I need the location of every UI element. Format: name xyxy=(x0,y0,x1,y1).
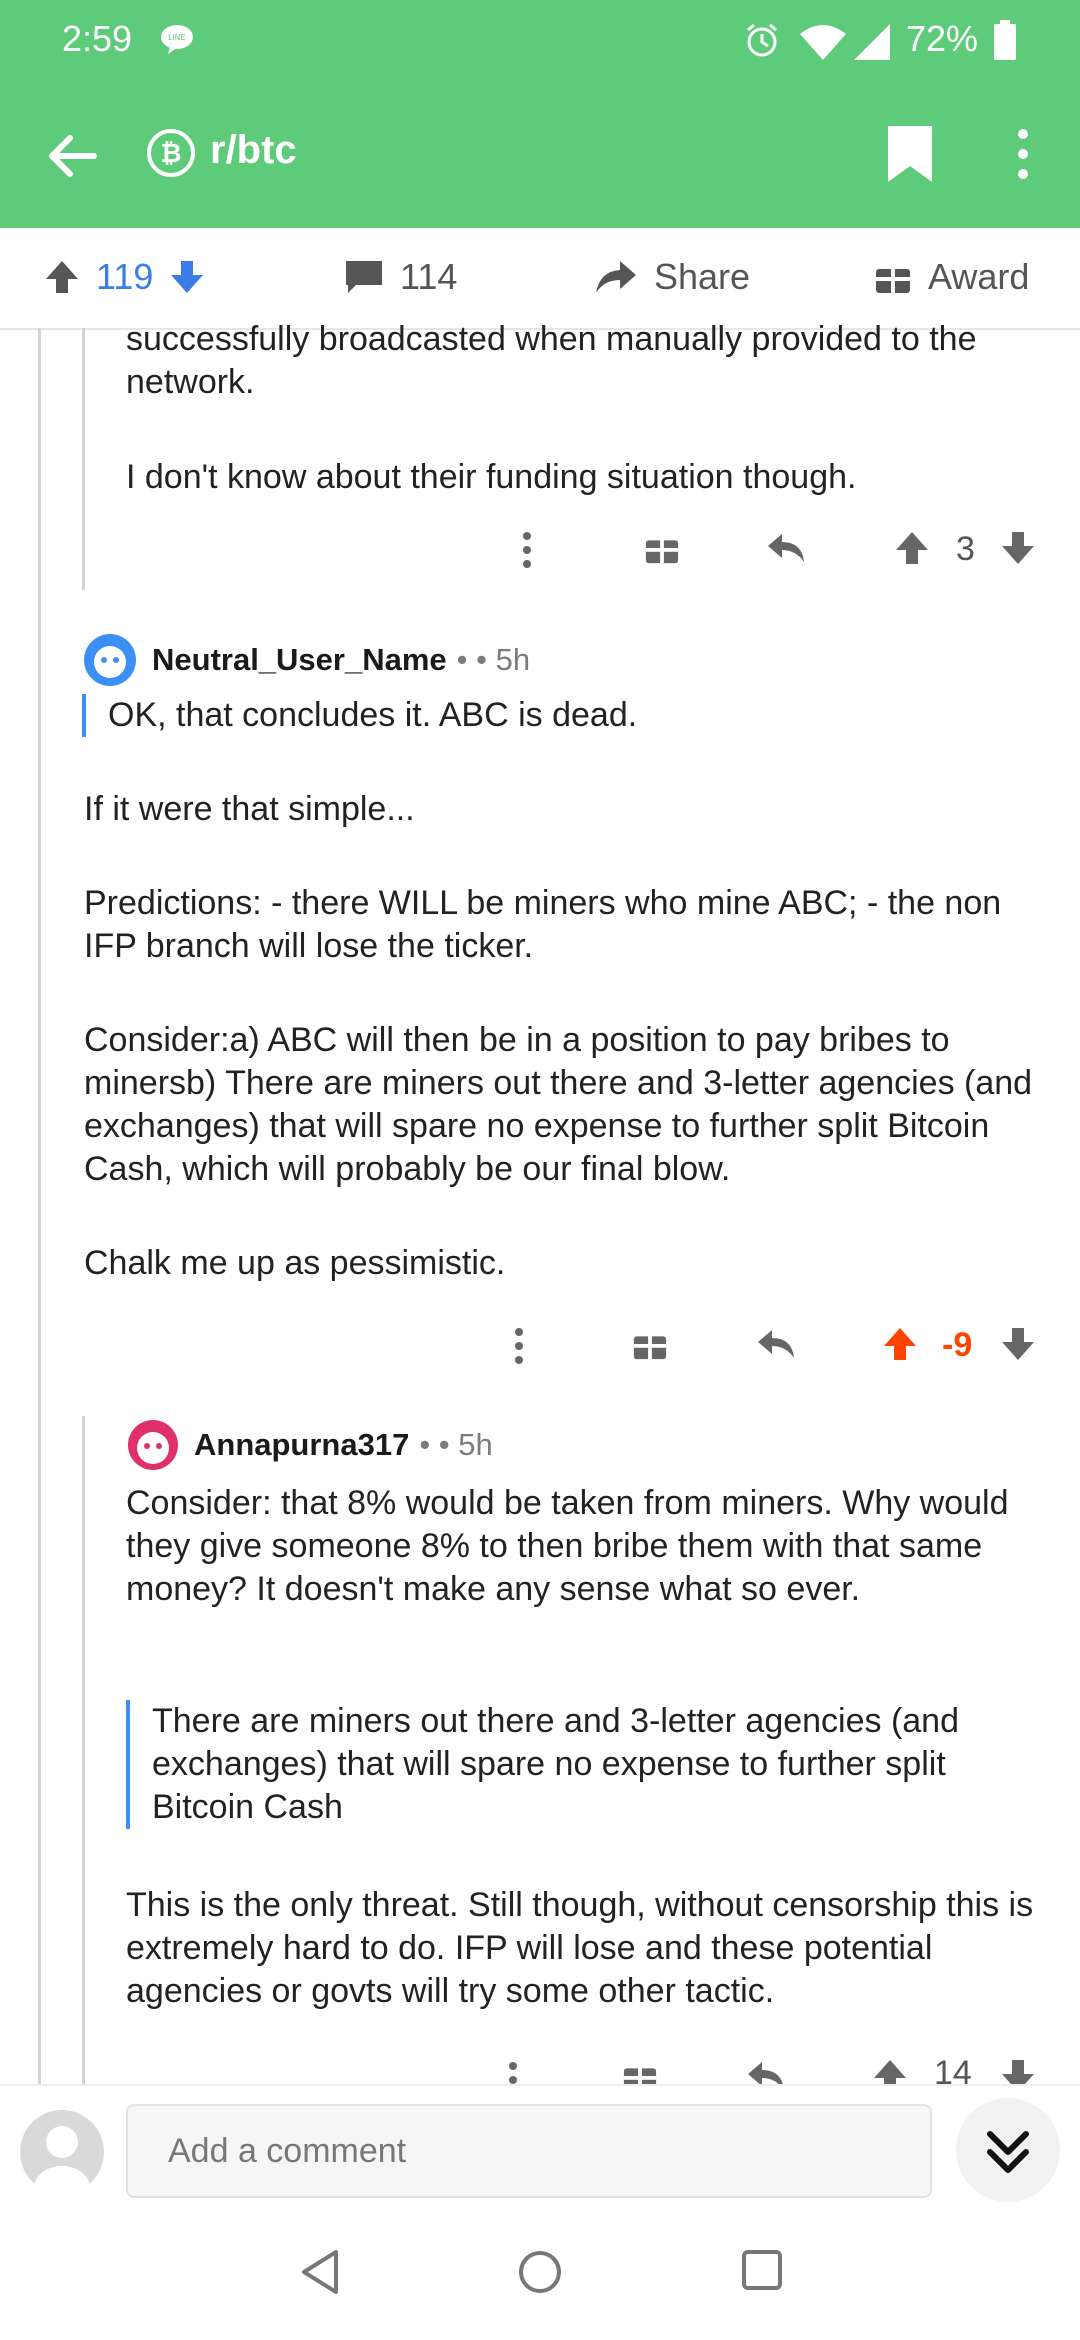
award-button[interactable]: Award xyxy=(874,256,1029,298)
comment-score: -9 xyxy=(942,1326,973,1364)
gift-icon xyxy=(876,263,910,293)
reply-icon[interactable] xyxy=(756,1326,796,1362)
user-avatar-icon[interactable] xyxy=(126,1418,180,1472)
comment-score: 14 xyxy=(934,2054,972,2084)
wifi-icon xyxy=(800,25,846,60)
gift-icon[interactable] xyxy=(622,2058,658,2084)
comment-text-line: network. xyxy=(126,363,255,401)
thread-line xyxy=(38,328,41,2084)
user-avatar-icon[interactable] xyxy=(82,632,138,688)
system-navigation-bar xyxy=(0,2204,1080,2340)
award-label: Award xyxy=(928,256,1030,297)
downvote-arrow-icon[interactable] xyxy=(1000,1326,1036,1362)
more-options-icon[interactable] xyxy=(506,2060,520,2084)
comment-bubble-icon xyxy=(346,261,382,293)
share-arrow-icon xyxy=(596,261,636,293)
comment-text-line: I don't know about their funding situati… xyxy=(126,458,857,496)
more-options-icon[interactable] xyxy=(1008,126,1038,182)
more-options-icon[interactable] xyxy=(512,1326,526,1366)
more-options-icon[interactable] xyxy=(520,530,534,570)
reply-icon[interactable] xyxy=(766,530,806,566)
comment-actions: -9 xyxy=(512,1326,1040,1386)
post-vote-group: 119 xyxy=(44,256,221,298)
nav-recents-icon[interactable] xyxy=(740,2248,784,2292)
bookmark-icon[interactable] xyxy=(888,126,932,182)
add-comment-input[interactable]: Add a comment xyxy=(126,2104,932,2198)
post-action-bar: 119 114 Share Award xyxy=(0,228,1080,330)
comment-paragraph: Consider:a) ABC will then be in a positi… xyxy=(84,1021,1033,1188)
comment-paragraph: This is the only threat. Still though, w… xyxy=(126,1886,1034,2010)
upvote-arrow-icon[interactable] xyxy=(872,2058,908,2084)
comment-meta: • • 5h xyxy=(419,1427,493,1462)
status-bar: 2:59 LINE 72% xyxy=(0,0,1080,80)
double-chevron-down-icon xyxy=(987,2131,1029,2173)
reply-icon[interactable] xyxy=(746,2058,786,2084)
downvote-arrow-icon[interactable] xyxy=(169,259,205,295)
comments-count: 114 xyxy=(400,256,458,297)
user-silhouette-icon xyxy=(34,2126,90,2194)
comment-paragraph: Chalk me up as pessimistic. xyxy=(84,1244,506,1282)
subreddit-title[interactable]: r/btc xyxy=(210,128,297,173)
share-label: Share xyxy=(654,256,751,297)
comment-body: If it were that simple... Predictions: -… xyxy=(84,788,1044,1285)
comment-paragraph: If it were that simple... xyxy=(84,790,415,828)
comment-author[interactable]: Annapurna317 xyxy=(194,1427,409,1463)
back-arrow-icon[interactable] xyxy=(44,128,100,184)
comment-paragraph: Predictions: - there WILL be miners who … xyxy=(84,884,1002,965)
comment-body: successfully broadcasted when manually p… xyxy=(126,318,1066,499)
upvote-arrow-icon[interactable] xyxy=(894,530,930,566)
bitcoin-subreddit-icon[interactable]: ₿ xyxy=(146,128,196,178)
battery-percent: 72% xyxy=(906,18,979,59)
comment-text-line: successfully broadcasted when manually p… xyxy=(126,320,977,358)
comment-author[interactable]: Neutral_User_Name xyxy=(152,642,447,678)
quoted-text: OK, that concludes it. ABC is dead. xyxy=(82,694,1048,737)
post-score: 119 xyxy=(96,256,154,297)
downvote-arrow-icon[interactable] xyxy=(1000,530,1036,566)
comment-score: 3 xyxy=(956,530,975,568)
comments-count-button[interactable]: 114 xyxy=(344,256,457,298)
comment-paragraph: Consider: that 8% would be taken from mi… xyxy=(126,1484,1009,1608)
status-time: 2:59 xyxy=(62,18,133,59)
signal-icon xyxy=(854,24,890,60)
gift-icon[interactable] xyxy=(644,530,680,566)
thread-line xyxy=(82,1416,85,2084)
line-messenger-icon: LINE xyxy=(161,25,193,54)
quoted-text: There are miners out there and 3-letter … xyxy=(126,1700,1052,1829)
nav-home-icon[interactable] xyxy=(516,2248,564,2296)
nav-back-icon[interactable] xyxy=(298,2248,342,2296)
svg-text:LINE: LINE xyxy=(168,33,186,42)
comment-composer: Add a comment xyxy=(0,2084,1080,2206)
share-button[interactable]: Share xyxy=(594,256,750,298)
upvote-arrow-icon[interactable] xyxy=(882,1326,918,1362)
upvote-arrow-icon[interactable] xyxy=(44,259,80,295)
svg-text:₿: ₿ xyxy=(160,138,181,168)
comment-actions: 3 xyxy=(520,530,1040,590)
collapse-button[interactable] xyxy=(956,2098,1060,2202)
thread-line xyxy=(82,328,85,590)
comment-author-row: Neutral_User_Name • • 5h xyxy=(82,632,530,688)
alarm-icon xyxy=(747,23,777,57)
downvote-arrow-icon[interactable] xyxy=(1000,2058,1036,2084)
battery-icon xyxy=(994,20,1016,60)
comment-meta: • • 5h xyxy=(456,642,531,677)
avatar[interactable] xyxy=(20,2110,104,2194)
comment-actions: 14 xyxy=(506,2054,1040,2084)
comment-author-row: Annapurna317 • • 5h xyxy=(126,1418,493,1472)
app-header: 2:59 LINE 72% ₿ r/btc xyxy=(0,0,1080,228)
gift-icon[interactable] xyxy=(632,1326,668,1362)
